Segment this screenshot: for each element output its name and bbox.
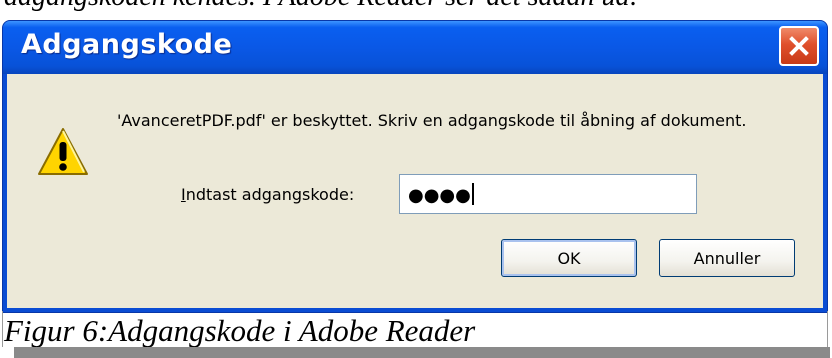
- dialog-message: 'AvanceretPDF.pdf' er beskyttet. Skriv e…: [117, 111, 747, 130]
- warning-icon: [38, 128, 88, 175]
- password-label-text: ndtast adgangskode:: [185, 185, 355, 204]
- password-dialog: Adgangskode 'AvanceretPDF.pdf' er beskyt…: [2, 20, 828, 313]
- password-label: Indtast adgangskode:: [181, 185, 354, 204]
- dialog-body: 'AvanceretPDF.pdf' er beskyttet. Skriv e…: [7, 74, 823, 308]
- title-bar[interactable]: Adgangskode: [3, 21, 827, 74]
- document-text-above: adgangskoden kendes. I Adobe Reader ser …: [4, 0, 639, 13]
- dialog-title: Adgangskode: [21, 29, 233, 60]
- cancel-button-label: Annuller: [693, 248, 761, 268]
- ok-button[interactable]: OK: [501, 239, 637, 277]
- cancel-button[interactable]: Annuller: [659, 239, 795, 277]
- close-button[interactable]: [779, 26, 819, 66]
- password-input[interactable]: ●●●●: [399, 174, 697, 214]
- close-icon: [789, 36, 809, 56]
- figure-caption: Figur 6:Adgangskode i Adobe Reader: [4, 313, 476, 348]
- text-caret: [471, 183, 474, 205]
- page-bottom-bar: [14, 347, 830, 358]
- password-value: ●●●●: [408, 185, 471, 206]
- ok-button-label: OK: [557, 248, 581, 268]
